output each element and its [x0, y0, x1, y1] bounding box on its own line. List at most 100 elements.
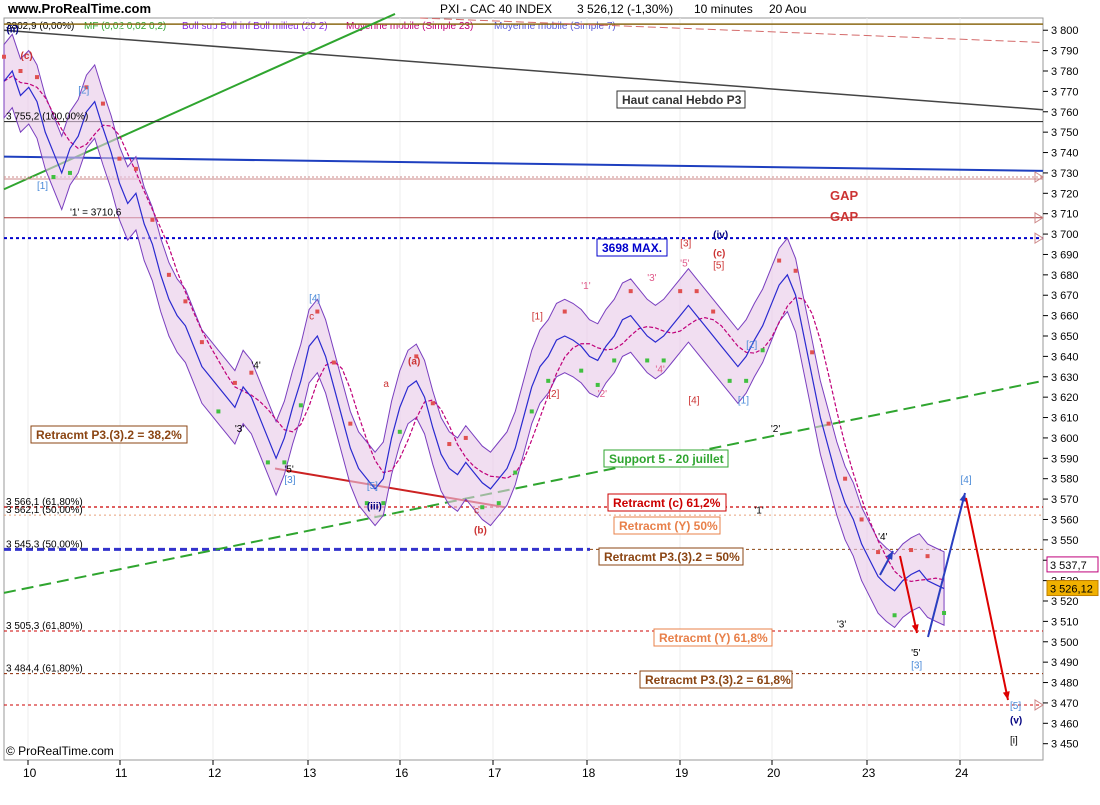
sar-dot: [315, 309, 320, 314]
y-tick-label: 3 720: [1051, 188, 1079, 200]
y-tick-label: 3 450: [1051, 739, 1079, 751]
y-tick-label: 3 520: [1051, 596, 1079, 608]
y-tick-label: 3 510: [1051, 616, 1079, 628]
retracement-618-annotation: Retracmt P3.(3).2 = 61,8%: [639, 670, 793, 689]
sar-dot: [777, 258, 782, 263]
y-tick-label: 3 650: [1051, 331, 1079, 343]
y-tick-label: 3 680: [1051, 270, 1079, 282]
y-tick-label: 3 610: [1051, 413, 1079, 425]
x-tick-label: 20: [767, 766, 781, 780]
retracement-50-annotation: Retracmt P3.(3).2 = 50%: [598, 547, 744, 566]
retracement-y50-annotation: Retracmt (Y) 50%: [613, 516, 721, 535]
sar-dot: [595, 382, 600, 387]
sar-dot: [117, 156, 122, 161]
sar-dot: [909, 548, 914, 553]
sar-dot: [480, 505, 485, 510]
chart-frame: www.ProRealTime.com PXI - CAC 40 INDEX 3 5…: [0, 0, 1100, 800]
wave-label: (c): [713, 249, 725, 260]
x-tick-label: 13: [303, 766, 317, 780]
y-tick-label: 3 700: [1051, 229, 1079, 241]
max-annotation: 3698 MAX.: [596, 238, 668, 257]
wave-label: '1' = 3710,6: [70, 208, 122, 219]
wave-label: [2]: [548, 389, 559, 400]
sar-dot: [216, 409, 221, 414]
y-tick-label: 3 760: [1051, 107, 1079, 119]
sar-dot: [51, 175, 56, 179]
y-tick-label: 3 570: [1051, 494, 1079, 506]
x-tick-label: 24: [955, 766, 969, 780]
sar-dot: [744, 378, 749, 383]
sar-dot: [496, 501, 501, 506]
sar-dot: [645, 358, 650, 363]
wave-label: (b): [474, 526, 487, 537]
level-label: 3 484,4 (61,80%): [6, 664, 83, 675]
sar-dot: [760, 348, 765, 353]
wave-label: (ii): [6, 24, 18, 35]
y-tick-label: 3 620: [1051, 392, 1079, 404]
timeframe: 10 minutes: [694, 2, 753, 16]
wave-label: [3]: [680, 238, 691, 249]
y-tick-label: 3 660: [1051, 311, 1079, 323]
wave-label: '4': [878, 532, 887, 543]
level-label: 3 755,2 (100,00%): [6, 112, 88, 123]
annotation-text: Haut canal Hebdo P3: [622, 93, 742, 107]
x-tick-label: 18: [582, 766, 596, 780]
wave-label: [i]: [1010, 736, 1018, 747]
y-tick-label: 3 470: [1051, 698, 1079, 710]
legend-item: Boll sup Boll inf Boll milieu (20 2): [182, 21, 328, 32]
wave-label: (c): [20, 51, 32, 62]
annotation-text: Retracmt P3.(3).2 = 61,8%: [645, 673, 791, 687]
sar-dot: [166, 272, 171, 277]
sar-dot: [397, 429, 402, 434]
sar-dot: [348, 421, 353, 426]
y-tick-label: 3 560: [1051, 514, 1079, 526]
annotation-text: 3698 MAX.: [602, 241, 662, 255]
legend-item: MF (0,02 0,02 0,2): [84, 21, 166, 32]
retracement-y618-annotation: Retracmt (Y) 61,8%: [653, 628, 773, 647]
wave-label: [4]: [309, 293, 320, 304]
wave-label: [2]: [78, 85, 89, 96]
wave-label: [1]: [37, 181, 48, 192]
footer-copyright: © ProRealTime.com: [6, 744, 114, 758]
sar-dot: [529, 409, 534, 414]
gap-label: GAP: [830, 188, 859, 203]
sar-dot: [430, 401, 435, 406]
x-tick-label: 19: [675, 766, 689, 780]
sar-dot: [694, 289, 699, 294]
wave-label: (v): [1010, 715, 1022, 726]
wave-label: [3]: [911, 660, 922, 671]
sar-dot: [298, 403, 303, 408]
sar-dot: [876, 550, 881, 555]
wave-label: [1]: [738, 395, 749, 406]
y-tick-label: 3 730: [1051, 168, 1079, 180]
wave-label: '1': [754, 505, 763, 516]
wave-label: a: [383, 379, 389, 390]
wave-label: (iv): [713, 230, 728, 241]
wave-label: '2': [598, 389, 607, 400]
retracement-38-annotation: Retracmt P3.(3).2 = 38,2%: [30, 425, 188, 444]
wave-label: '3': [647, 273, 656, 284]
support-annotation: Support 5 - 20 juillet: [603, 449, 729, 468]
sar-dot: [447, 442, 452, 447]
price-chart[interactable]: www.ProRealTime.com PXI - CAC 40 INDEX 3 5…: [0, 0, 1100, 800]
sar-dot: [183, 299, 188, 304]
wave-label: '3': [837, 620, 846, 631]
sar-dot: [381, 501, 386, 506]
sar-dot: [331, 360, 336, 365]
y-tick-label: 3 630: [1051, 372, 1079, 384]
haut-canal-annotation: Haut canal Hebdo P3: [616, 90, 746, 109]
wave-label: (a): [408, 357, 420, 368]
sar-dot: [133, 166, 138, 171]
wave-label: c: [309, 312, 314, 323]
sar-dot: [843, 476, 848, 481]
y-tick-label: 3 710: [1051, 209, 1079, 221]
x-tick-label: 10: [23, 766, 37, 780]
site-title: www.ProRealTime.com: [7, 1, 151, 16]
sar-dot: [942, 610, 947, 615]
wave-label: [4]: [688, 395, 699, 406]
sar-dot: [711, 309, 716, 314]
sar-dot: [661, 358, 666, 363]
instrument-name: PXI - CAC 40 INDEX: [440, 2, 552, 16]
level-label: 3 545,3 (50,00%): [6, 539, 83, 550]
annotation-text: Retracmt (Y) 61,8%: [659, 631, 768, 645]
